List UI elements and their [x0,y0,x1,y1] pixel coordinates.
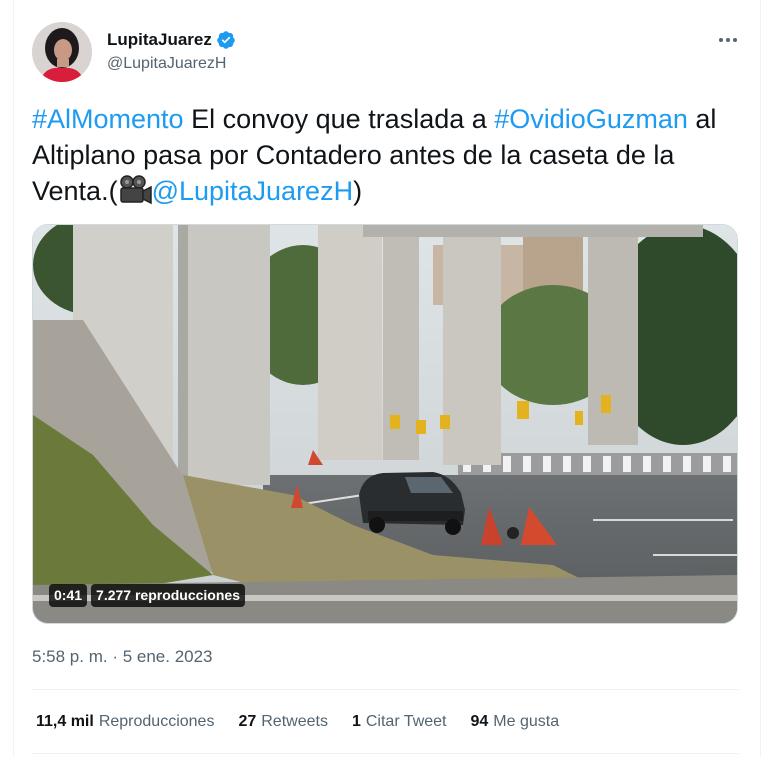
mention-link[interactable]: @LupitaJuarezH [152,176,354,206]
stat-retweets[interactable]: 27 Retweets [238,713,328,731]
divider [32,753,739,754]
stat-likes[interactable]: 94 Me gusta [470,713,559,731]
verified-badge-icon [216,30,236,50]
hashtag-link[interactable]: #OvidioGuzman [494,104,688,134]
tweet-text-segment: ) [353,176,363,206]
video-player[interactable]: 0:41 7.277 reproducciones [32,224,738,624]
movie-camera-icon [118,175,152,214]
stat-label: Retweets [261,713,328,730]
avatar[interactable] [32,22,92,82]
stat-views[interactable]: 11,4 mil Reproducciones [36,713,214,731]
divider [32,689,739,690]
author-display-name[interactable]: LupitaJuarez [107,30,212,50]
tweet-text-segment: El convoy que traslada a [183,104,495,134]
stat-value: 94 [470,713,489,730]
stat-label: Citar Tweet [365,713,447,730]
hashtag-link[interactable]: #AlMomento [32,104,184,134]
more-options-icon[interactable] [714,26,742,54]
stat-label: Me gusta [493,713,560,730]
engagement-stats: 11,4 mil Reproducciones 27 Retweets 1 Ci… [36,713,559,731]
stat-quote-tweets[interactable]: 1 Citar Tweet [352,713,447,731]
video-thumbnail [33,225,737,623]
author-name-row[interactable]: LupitaJuarez [107,30,236,50]
tweet-text: #AlMomento El convoy que traslada a #Ovi… [32,101,744,214]
tweet-timestamp[interactable]: 5:58 p. m. · 5 ene. 2023 [32,647,213,667]
stat-label: Reproducciones [98,713,215,730]
video-view-count: 7.277 reproducciones [91,584,245,607]
video-overlay: 0:41 7.277 reproducciones [49,584,245,607]
stat-value: 27 [238,713,257,730]
author-handle[interactable]: @LupitaJuarezH [107,55,226,73]
stat-value: 11,4 mil [36,713,94,730]
video-duration: 0:41 [49,584,88,607]
stat-value: 1 [351,713,361,730]
